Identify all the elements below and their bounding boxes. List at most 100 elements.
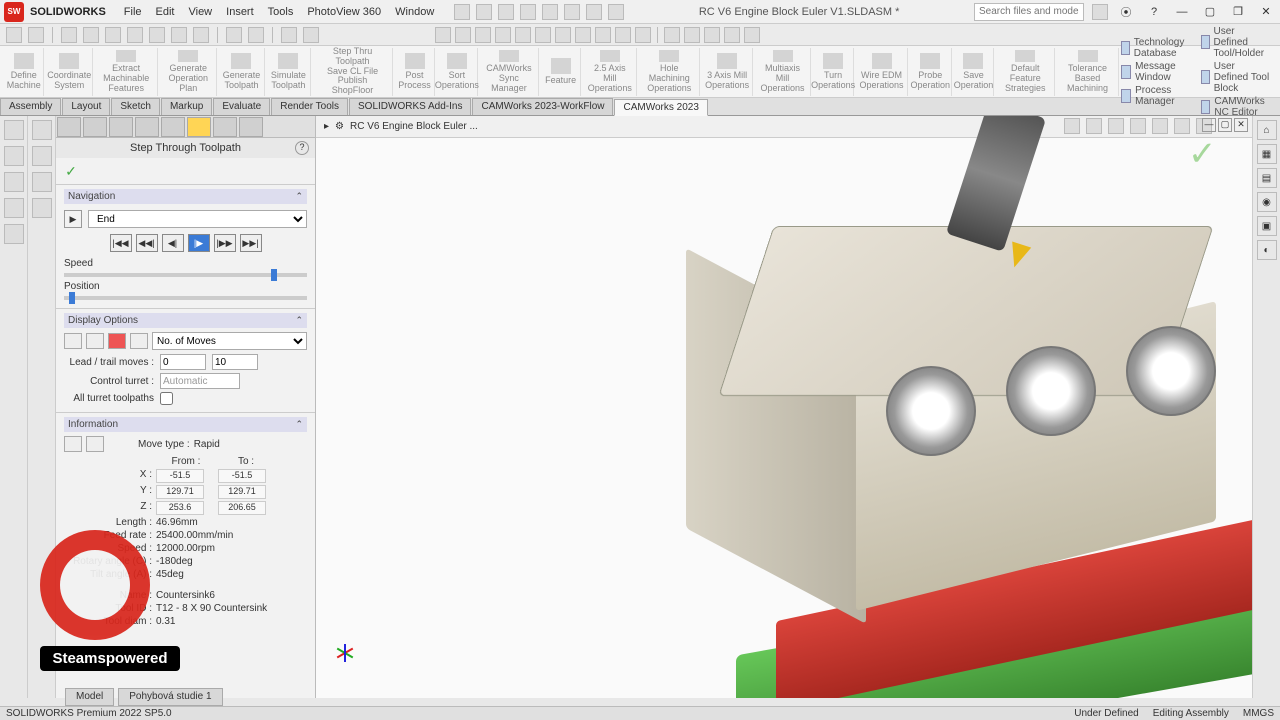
- undo-icon[interactable]: [564, 4, 580, 20]
- vp-icon[interactable]: [1130, 118, 1146, 134]
- qt-icon[interactable]: [171, 27, 187, 43]
- strip-icon[interactable]: [4, 172, 24, 192]
- view-icon[interactable]: [515, 27, 531, 43]
- vp-icon[interactable]: [1152, 118, 1168, 134]
- vp-icon[interactable]: [1064, 118, 1080, 134]
- ribbon-tol[interactable]: Tolerance Based Machining: [1057, 48, 1119, 96]
- ribbon-udth[interactable]: User Defined Tool/Holder: [1201, 26, 1270, 59]
- all-turret-checkbox[interactable]: [160, 392, 173, 405]
- opt-icon[interactable]: [108, 333, 126, 349]
- ribbon-turn[interactable]: Turn Operations: [813, 48, 854, 96]
- restore-icon[interactable]: ❐: [1228, 3, 1248, 21]
- qt-icon[interactable]: [61, 27, 77, 43]
- view-icon[interactable]: [635, 27, 651, 43]
- menu-view[interactable]: View: [188, 6, 212, 18]
- accept-check-icon[interactable]: ✓: [1188, 134, 1224, 170]
- info-icon[interactable]: [86, 436, 104, 452]
- search-icon[interactable]: [1092, 4, 1108, 20]
- library-icon[interactable]: ▤: [1257, 168, 1277, 188]
- home-icon[interactable]: ⌂: [1257, 120, 1277, 140]
- qt-icon[interactable]: [149, 27, 165, 43]
- vp-icon[interactable]: [1086, 118, 1102, 134]
- view-icon[interactable]: [435, 27, 451, 43]
- open-icon[interactable]: [498, 4, 514, 20]
- strip-icon[interactable]: [4, 120, 24, 140]
- ribbon-sort[interactable]: Sort Operations: [437, 48, 478, 96]
- view-icon[interactable]: [575, 27, 591, 43]
- view-icon[interactable]: [595, 27, 611, 43]
- new-icon[interactable]: [476, 4, 492, 20]
- opt-icon[interactable]: [64, 333, 82, 349]
- menu-file[interactable]: File: [124, 6, 142, 18]
- qt-icon[interactable]: [303, 27, 319, 43]
- nav-mode-select[interactable]: End: [88, 210, 307, 228]
- redo-icon[interactable]: [586, 4, 602, 20]
- ribbon-def-strat[interactable]: Default Feature Strategies: [996, 48, 1055, 96]
- fm-tab-icon[interactable]: [109, 117, 133, 137]
- step-icon[interactable]: [724, 27, 740, 43]
- ribbon-probe[interactable]: Probe Operation: [910, 48, 952, 96]
- qt-icon[interactable]: [248, 27, 264, 43]
- fm-tab-active-icon[interactable]: [187, 117, 211, 137]
- custom-props-icon[interactable]: ▣: [1257, 216, 1277, 236]
- print-icon[interactable]: [542, 4, 558, 20]
- vp-icon[interactable]: [1174, 118, 1190, 134]
- step-back-button[interactable]: ◀|: [162, 234, 184, 252]
- fm-tab-icon[interactable]: [161, 117, 185, 137]
- help-icon[interactable]: ?: [1144, 3, 1164, 21]
- ribbon-3axis[interactable]: 3 Axis Mill Operations: [702, 48, 753, 96]
- play-button[interactable]: ▶: [64, 210, 82, 228]
- step-fwd-10-button[interactable]: |▶▶: [214, 234, 236, 252]
- home-icon[interactable]: [454, 4, 470, 20]
- tab-markup[interactable]: Markup: [161, 98, 212, 115]
- search-input[interactable]: [974, 3, 1084, 21]
- vp-max-icon[interactable]: ▢: [1218, 118, 1232, 132]
- lead-input[interactable]: [160, 354, 206, 370]
- strip-icon[interactable]: [4, 198, 24, 218]
- step-icon[interactable]: [744, 27, 760, 43]
- ribbon-edm[interactable]: Wire EDM Operations: [856, 48, 907, 96]
- fm-tab-icon[interactable]: [83, 117, 107, 137]
- menu-edit[interactable]: Edit: [156, 6, 175, 18]
- qt-icon[interactable]: [105, 27, 121, 43]
- maximize-icon[interactable]: ▢: [1200, 3, 1220, 21]
- view-icon[interactable]: [555, 27, 571, 43]
- ribbon-proc-mgr[interactable]: Process Manager: [1121, 85, 1190, 107]
- strip-icon[interactable]: [32, 198, 52, 218]
- display-mode-select[interactable]: No. of Moves: [152, 332, 307, 350]
- tab-model[interactable]: Model: [65, 688, 114, 706]
- tab-addins[interactable]: SOLIDWORKS Add-Ins: [349, 98, 471, 115]
- tab-render[interactable]: Render Tools: [271, 98, 348, 115]
- goto-start-button[interactable]: |◀◀: [110, 234, 132, 252]
- graphics-viewport[interactable]: ▸ ⚙ RC V6 Engine Block Euler ... — ▢ ✕ ✓: [316, 116, 1252, 698]
- user-icon[interactable]: ⦿: [1116, 3, 1136, 21]
- tab-camworks[interactable]: CAMWorks 2023: [614, 99, 707, 116]
- ribbon-define-machine[interactable]: Define Machine: [4, 48, 44, 96]
- ribbon-tech-db[interactable]: Technology Database: [1121, 37, 1190, 59]
- vp-icon[interactable]: [1108, 118, 1124, 134]
- strip-icon[interactable]: [32, 146, 52, 166]
- qt-icon[interactable]: [281, 27, 297, 43]
- fm-tab-icon[interactable]: [57, 117, 81, 137]
- play-icon[interactable]: [664, 27, 680, 43]
- tab-layout[interactable]: Layout: [62, 98, 110, 115]
- breadcrumb[interactable]: RC V6 Engine Block Euler ...: [350, 121, 478, 132]
- ribbon-hole[interactable]: Hole Machining Operations: [639, 48, 700, 96]
- ribbon-sync[interactable]: CAMWorks Sync Manager: [480, 48, 539, 96]
- help-icon[interactable]: ?: [295, 141, 309, 155]
- fm-tab-icon[interactable]: [239, 117, 263, 137]
- ribbon-msg-win[interactable]: Message Window: [1121, 61, 1190, 83]
- ribbon-feature[interactable]: Feature: [541, 48, 581, 96]
- strip-icon[interactable]: [4, 146, 24, 166]
- tab-sketch[interactable]: Sketch: [111, 98, 160, 115]
- trail-input[interactable]: [212, 354, 258, 370]
- section-info[interactable]: Information⌃: [64, 417, 307, 432]
- minimize-icon[interactable]: —: [1172, 3, 1192, 21]
- resources-icon[interactable]: ▦: [1257, 144, 1277, 164]
- ribbon-gen-tp[interactable]: Generate Toolpath: [219, 48, 264, 96]
- ribbon-simulate[interactable]: Simulate Toolpath: [267, 48, 311, 96]
- view-icon[interactable]: [495, 27, 511, 43]
- menu-insert[interactable]: Insert: [226, 6, 254, 18]
- strip-icon[interactable]: [4, 224, 24, 244]
- strip-icon[interactable]: [32, 120, 52, 140]
